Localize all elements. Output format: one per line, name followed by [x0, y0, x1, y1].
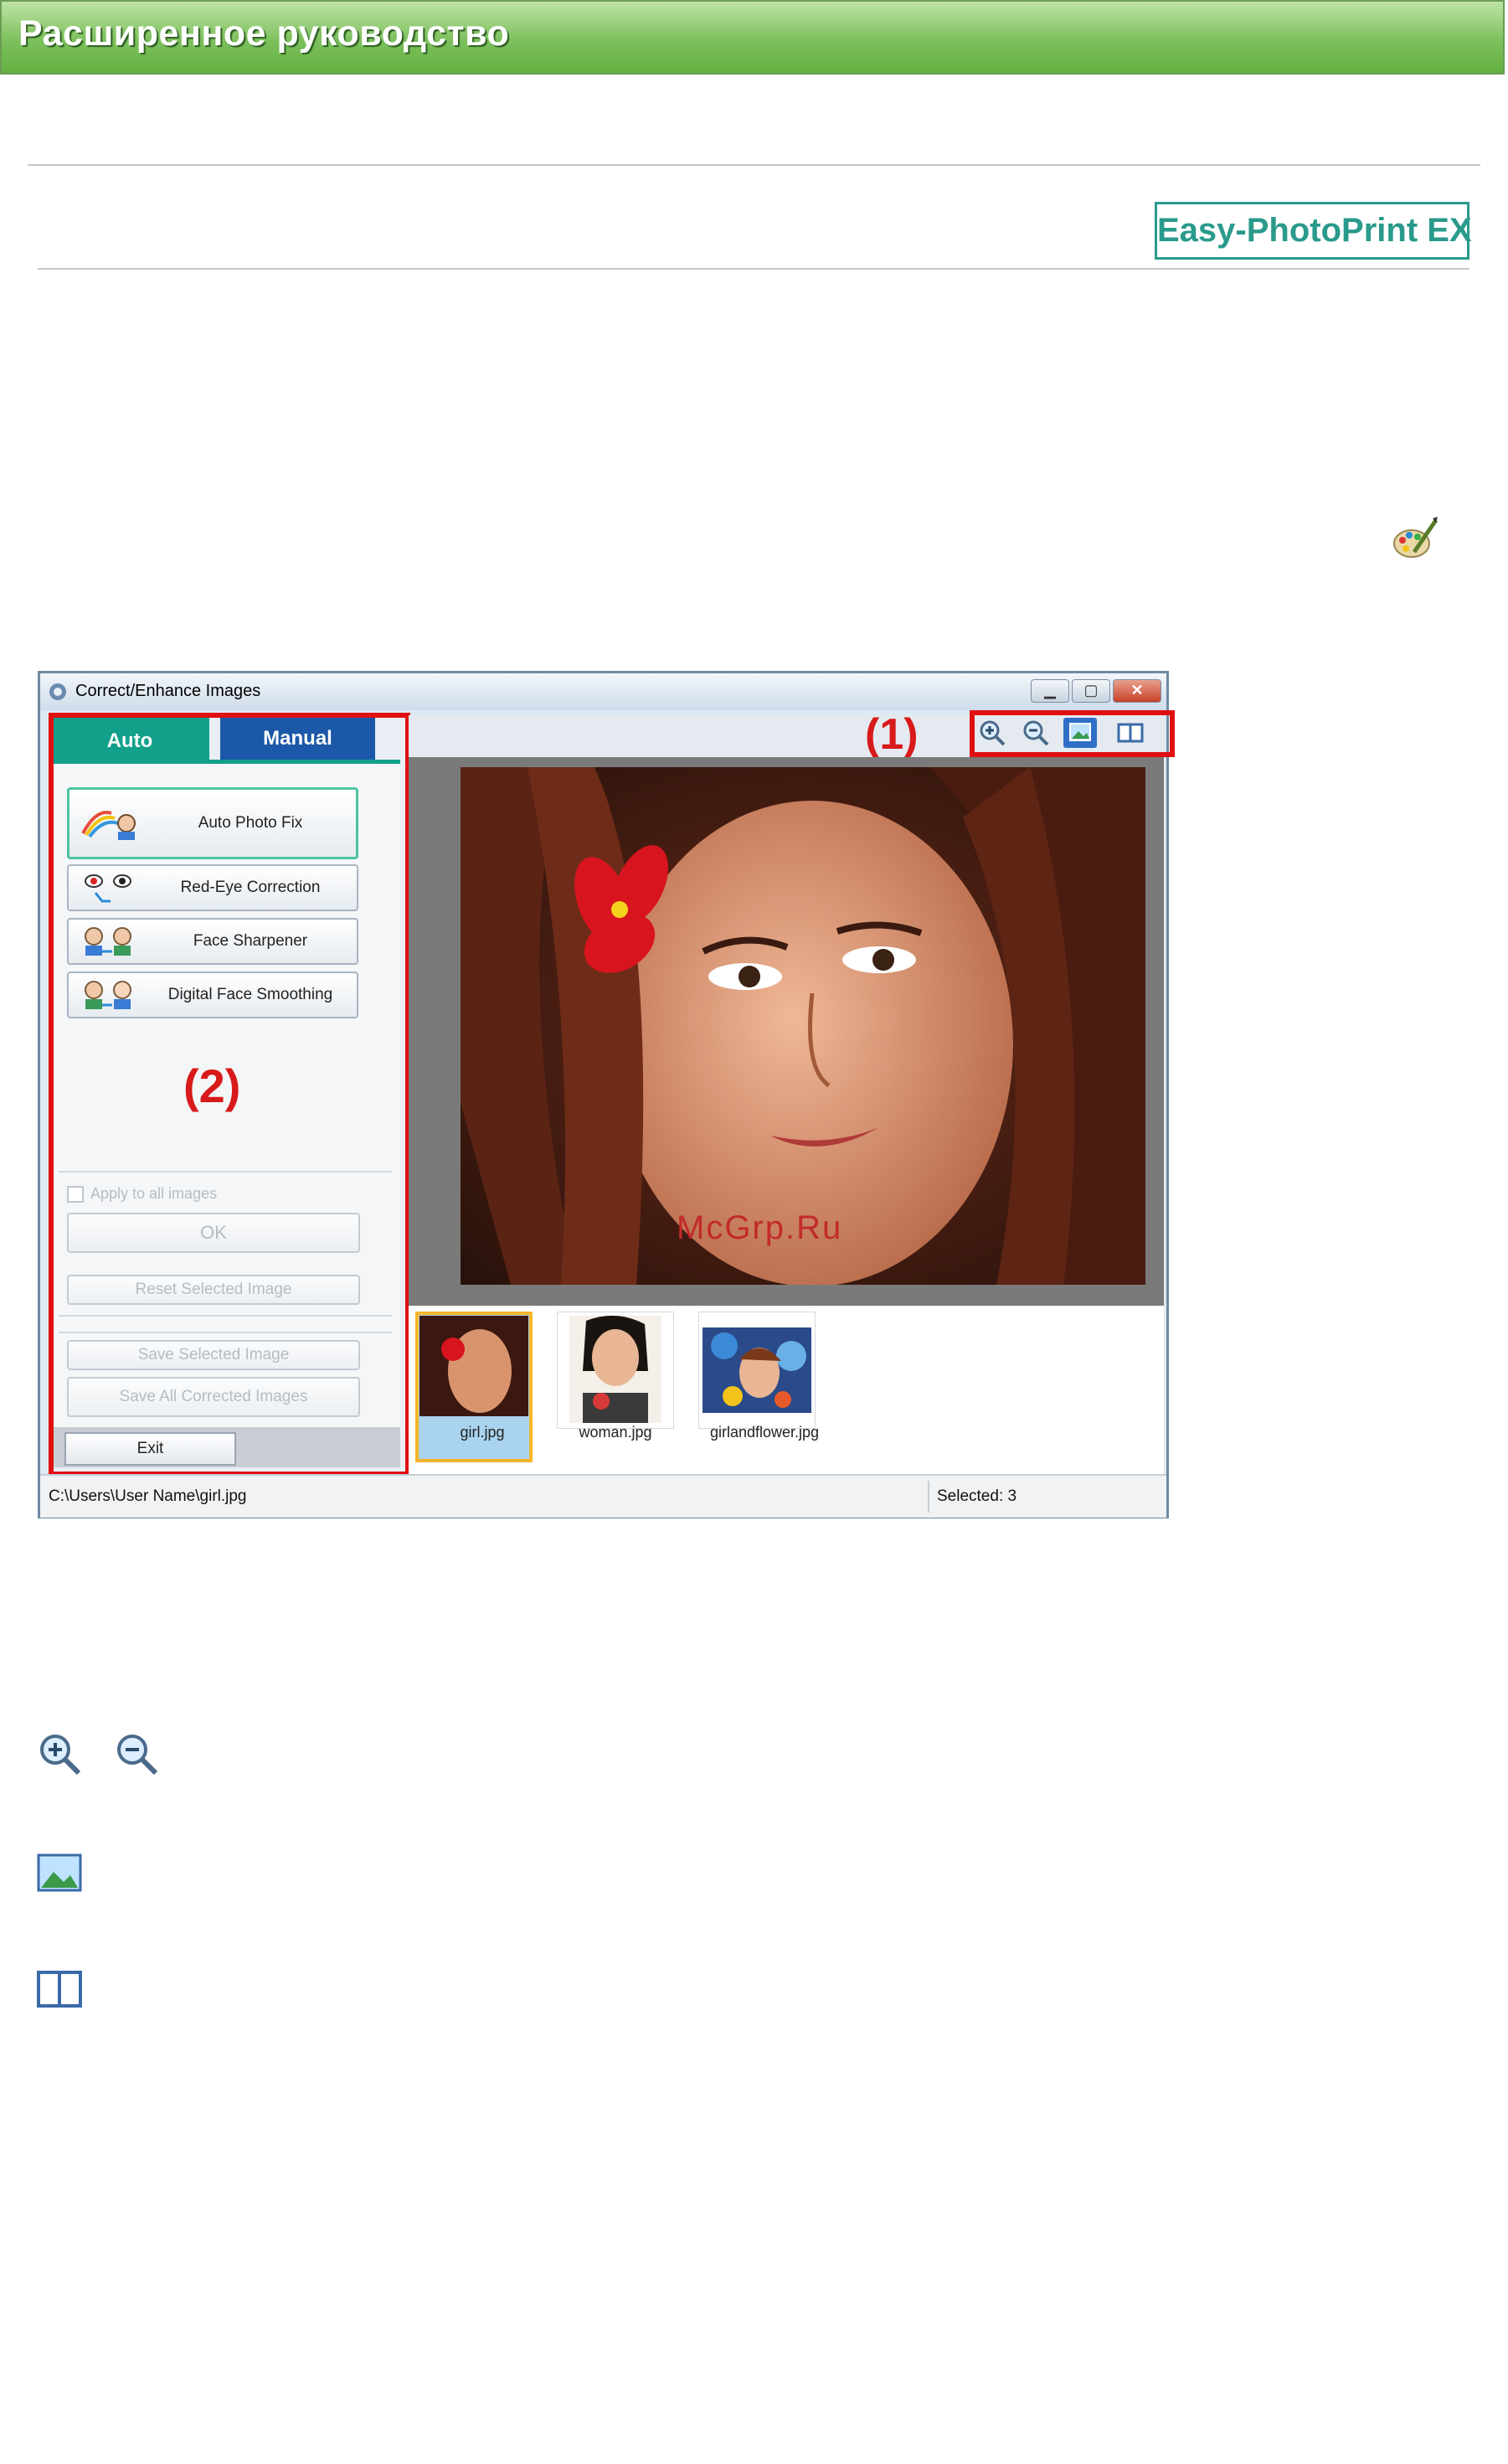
- thumbnail-label: woman.jpg: [579, 1424, 652, 1441]
- zoom-in-icon: [40, 1735, 81, 1776]
- thumbnail-woman[interactable]: [557, 1312, 674, 1429]
- app-icon: [49, 683, 66, 700]
- whole-image-button[interactable]: [1063, 718, 1097, 748]
- thumbnail-label: girlandflower.jpg: [709, 1424, 820, 1441]
- thumbnail-image: [699, 1312, 815, 1428]
- window-title: Correct/Enhance Images: [75, 682, 261, 700]
- callout-label-1: (1): [865, 710, 919, 759]
- compare-icon[interactable]: [1114, 718, 1147, 748]
- page-title: Расширенное руководство: [18, 13, 510, 54]
- status-selected-count: Selected: 3: [937, 1487, 1017, 1505]
- minimize-button[interactable]: ▁: [1031, 679, 1069, 703]
- maximize-button[interactable]: ▢: [1072, 679, 1110, 703]
- zoom-out-icon[interactable]: [1020, 718, 1053, 748]
- page-header-banner: Расширенное руководство: [0, 0, 1505, 75]
- thumbnail-label: girl.jpg: [460, 1424, 505, 1441]
- divider: [28, 164, 1480, 166]
- watermark: McGrp.Ru: [677, 1209, 843, 1246]
- compare-icon: [37, 1971, 82, 2008]
- zoom-in-icon[interactable]: [976, 718, 1010, 748]
- whole-image-icon: [37, 1853, 82, 1892]
- thumbnail-image: [419, 1316, 528, 1416]
- thumbnail-girlandflower[interactable]: [698, 1312, 816, 1429]
- status-bar: C:\Users\User Name\girl.jpg Selected: 3: [40, 1474, 1166, 1518]
- window-titlebar: Correct/Enhance Images ▁ ▢ ✕: [40, 673, 1166, 710]
- status-divider: [928, 1481, 929, 1513]
- palette-brush-icon: [1393, 517, 1439, 558]
- whole-image-icon: [1069, 723, 1091, 741]
- divider: [38, 268, 1469, 270]
- correct-enhance-window: Correct/Enhance Images ▁ ▢ ✕ Auto Manual…: [38, 671, 1175, 1518]
- product-badge: Easy-PhotoPrint EX: [1155, 202, 1472, 260]
- preview-photo: [461, 767, 1145, 1285]
- callout-label-2: (2): [183, 1059, 241, 1112]
- close-button[interactable]: ✕: [1113, 679, 1161, 703]
- thumbnail-image: [558, 1312, 673, 1428]
- status-path: C:\Users\User Name\girl.jpg: [49, 1487, 247, 1505]
- zoom-out-icon: [117, 1735, 158, 1776]
